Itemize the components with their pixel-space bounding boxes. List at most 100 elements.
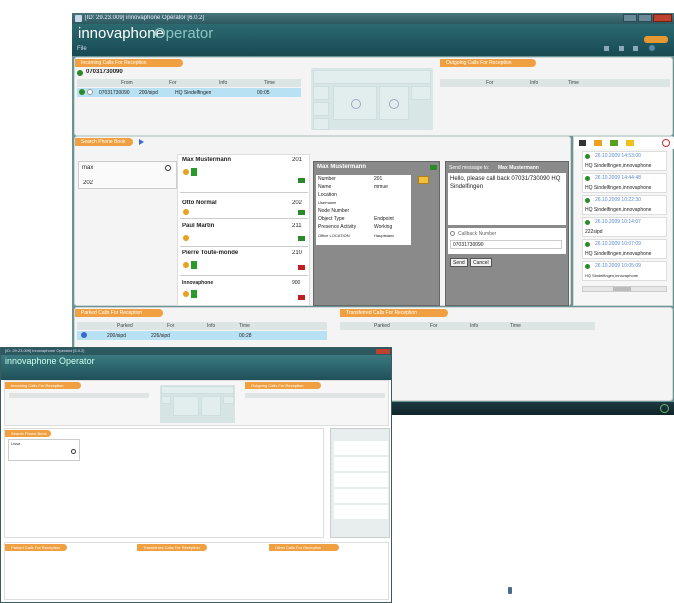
history-scrollbar[interactable] (582, 286, 667, 292)
info-icon (87, 89, 93, 95)
contact-card[interactable]: Max Mustermann 201 (180, 155, 308, 193)
history-text: HQ Sindelfingen,innovaphone (585, 207, 652, 213)
callback-number-input[interactable]: 07031730090 (450, 240, 562, 249)
col-time: Time (568, 80, 579, 86)
list-icon[interactable] (579, 140, 586, 146)
incoming-call-row[interactable]: 07031730090 200/sipd HQ Sindelfingen 00:… (77, 88, 301, 97)
connect-button[interactable] (333, 86, 377, 120)
minimize-button[interactable] (623, 14, 637, 22)
call-control-pad (311, 68, 433, 130)
search-input[interactable]: max (82, 165, 93, 171)
incoming-filter-icon[interactable] (594, 140, 602, 146)
detail-key: Node Number (318, 208, 350, 214)
contact-card[interactable]: Innovaphone 900 (180, 277, 308, 305)
message-panel: Send message to: Max Mustermann Hello, p… (445, 161, 569, 306)
user-icon (183, 209, 189, 215)
send-label: Send (453, 260, 465, 266)
row-from: 07031730090 (99, 90, 130, 96)
outgoing-filter-icon[interactable] (610, 140, 618, 146)
detail-value: 201 (374, 176, 383, 182)
small-transfer-button[interactable] (161, 386, 234, 394)
toolbar-icon[interactable] (604, 46, 609, 51)
small-header: innovaphone Operator (1, 355, 391, 380)
history-date: 26.10.2009 10:07:09 (595, 241, 641, 247)
small-parked-header: Parked Calls For Reception (5, 544, 67, 551)
small-history-item[interactable] (334, 489, 388, 503)
small-search-header: Search Phone Book (5, 430, 51, 437)
cancel-button[interactable]: Cancel (470, 258, 492, 267)
small-search-input[interactable]: Lissa (11, 441, 20, 446)
send-button[interactable]: Send (450, 258, 468, 267)
hold-button[interactable] (313, 86, 329, 100)
row-for: 226/sipd (151, 333, 170, 339)
close-button[interactable] (653, 14, 672, 22)
status-indicator (298, 178, 305, 183)
message-textarea[interactable]: Hello, please call back 07031/730090 HQ … (448, 173, 566, 225)
parked-icon (81, 332, 87, 338)
park-button[interactable] (313, 102, 329, 116)
small-history-item[interactable] (334, 473, 388, 487)
small-history-item[interactable] (334, 457, 388, 471)
help-icon[interactable] (649, 45, 655, 51)
delete-icon[interactable] (662, 139, 670, 147)
presence-icon (191, 290, 197, 298)
small-hold-button[interactable] (161, 396, 171, 404)
details-title: Max Mustermann (317, 164, 367, 170)
search-phonebook-header: Search Phone Book (75, 138, 133, 146)
call-icon (585, 176, 590, 181)
small-connect-button[interactable] (173, 396, 199, 416)
small-history-item[interactable] (334, 441, 388, 455)
history-item[interactable]: 26.10.2009 10:14:07 222sipd (582, 217, 667, 237)
forward-button[interactable] (411, 86, 431, 100)
file-menu[interactable]: File (77, 46, 87, 52)
detail-value: mmue (374, 184, 388, 190)
transfer-button[interactable] (313, 70, 431, 84)
small-disconnect-button[interactable] (201, 396, 221, 416)
search-result[interactable]: 202 (83, 180, 93, 186)
maximize-button[interactable] (638, 14, 652, 22)
app-window-icon (75, 15, 82, 22)
callback-number: 07031730090 (453, 242, 484, 248)
col-from: From (121, 80, 133, 86)
history-text: HQ Sindelfingen,innovaphone (585, 185, 652, 191)
small-forward-button[interactable] (223, 396, 234, 404)
title-bar: [ID: 29.23.009] innovaphone Operator [6.… (72, 13, 674, 24)
small-close-button[interactable] (376, 349, 390, 354)
scroll-thumb[interactable] (613, 287, 631, 291)
message-recipient: Max Mustermann (498, 165, 539, 171)
contact-name: Max Mustermann (182, 157, 232, 163)
conference-button[interactable] (313, 118, 329, 130)
contact-ext: 201 (292, 157, 303, 163)
history-item[interactable]: 26.10.2009 10:07:09 HQ Sindelfingen,inno… (582, 239, 667, 259)
contact-name: Innovaphone (182, 280, 214, 286)
parked-call-row[interactable]: 200/sipd 226/sipd 00:28 (77, 331, 327, 340)
status-indicator (298, 295, 305, 300)
calls-panel: Incoming Calls For Reception 07031730090… (74, 57, 673, 136)
history-item[interactable]: 26.10.2009 14:44:48 HQ Sindelfingen,inno… (582, 173, 667, 193)
disconnect-button[interactable] (379, 86, 409, 120)
toolbar-icon[interactable] (619, 46, 624, 51)
col-parked: Parked (374, 323, 390, 329)
history-item[interactable]: 26.10.2009 10:05:09 HQ Sindelfingen,inno… (582, 261, 667, 281)
status-icon (660, 404, 669, 413)
small-search-icon[interactable] (71, 449, 76, 454)
expand-arrow-icon[interactable] (139, 139, 144, 145)
toolbar-icon[interactable] (633, 46, 638, 51)
col-for: For (169, 80, 177, 86)
detail-value: Hauptstand (374, 233, 395, 238)
contact-card[interactable]: Otto Normal 202 (180, 194, 308, 219)
contact-card[interactable]: Pierre Toute-monde 210 (180, 248, 308, 276)
detail-key: Location (318, 192, 337, 198)
missed-filter-icon[interactable] (626, 140, 634, 146)
callback-label: Callback Number (458, 231, 497, 237)
history-date: 26.10.2009 14:53:00 (595, 153, 641, 159)
small-history-item[interactable] (334, 505, 388, 519)
history-date: 26.10.2009 10:22:30 (595, 197, 641, 203)
contact-ext: 210 (292, 250, 303, 256)
history-item[interactable]: 26.10.2009 10:22:30 HQ Sindelfingen,inno… (582, 195, 667, 215)
contact-card[interactable]: Paul Martin 211 (180, 220, 308, 247)
envelope-icon[interactable] (418, 176, 429, 184)
incoming-table-header: From For Info Time (77, 79, 301, 87)
history-item[interactable]: 26.10.2009 14:53:00 HQ Sindelfingen,inno… (582, 151, 667, 171)
search-icon[interactable] (165, 165, 171, 171)
